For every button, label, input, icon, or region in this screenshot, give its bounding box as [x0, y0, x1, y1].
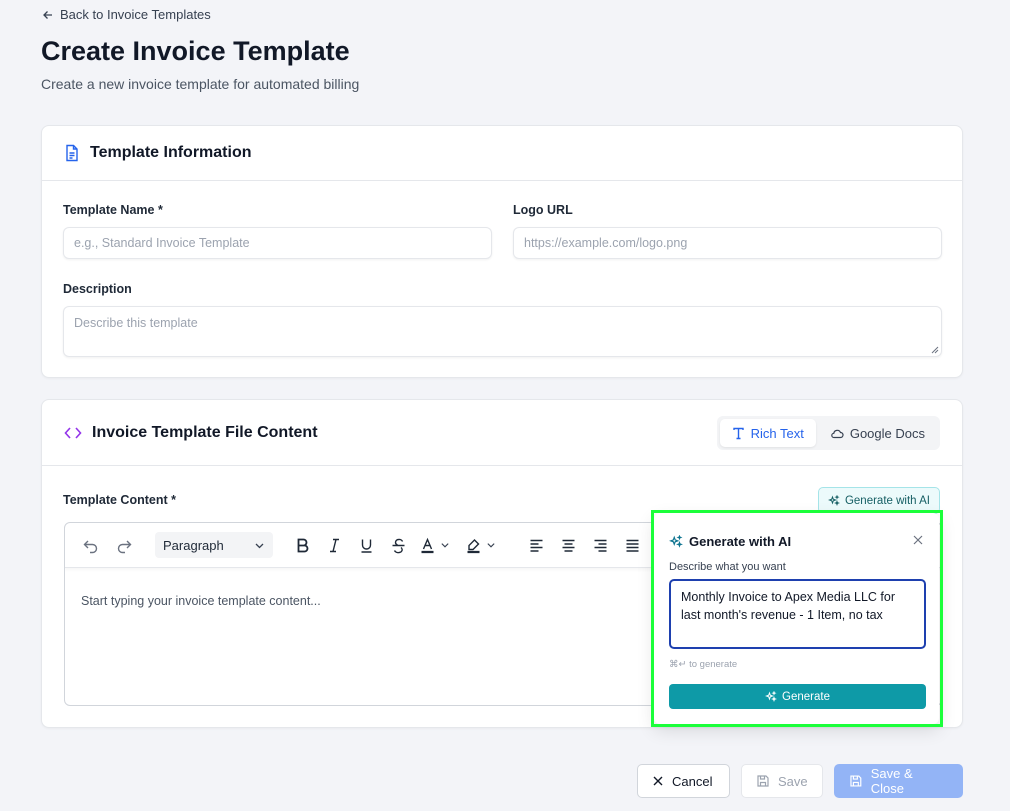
- save-button[interactable]: Save: [741, 764, 823, 798]
- logo-url-input[interactable]: https://example.com/logo.png: [513, 227, 942, 259]
- strikethrough-button[interactable]: [387, 534, 409, 556]
- generate-with-ai-popover: Generate with AI Describe what you want …: [654, 513, 939, 724]
- tab-label: Google Docs: [849, 425, 925, 441]
- chevron-down-icon: [441, 543, 449, 548]
- generate-with-ai-button[interactable]: Generate with AI: [817, 487, 940, 514]
- card-title: Invoice Template File Content: [92, 423, 318, 441]
- cancel-label: Cancel: [672, 773, 713, 789]
- sparkles-icon: [828, 494, 840, 506]
- text-type-icon: [732, 427, 744, 439]
- arrow-left-icon: [43, 10, 52, 19]
- sparkles-icon: [765, 690, 777, 702]
- italic-button[interactable]: [323, 534, 345, 556]
- block-type-value: Paragraph: [163, 537, 224, 553]
- underline-icon: [361, 539, 371, 553]
- save-and-close-label: Save & Close: [870, 766, 913, 796]
- popover-title: Generate with AI: [669, 534, 791, 549]
- strikethrough-icon: [392, 538, 404, 553]
- code-icon: [64, 426, 82, 439]
- text-color-button[interactable]: [419, 534, 459, 556]
- resize-handle-icon[interactable]: [931, 346, 939, 354]
- description-textarea[interactable]: Describe this template: [63, 306, 942, 357]
- underline-button[interactable]: [355, 534, 377, 556]
- align-right-icon: [594, 539, 606, 552]
- highlighter-icon: [467, 538, 480, 553]
- align-center-icon: [562, 539, 574, 552]
- tab-rich-text[interactable]: Rich Text: [719, 419, 816, 447]
- card-header: Template Information: [42, 126, 962, 181]
- chevron-down-icon: [255, 543, 264, 548]
- save-label: Save: [778, 773, 808, 789]
- back-link-label: Back to Invoice Templates: [60, 7, 211, 22]
- card-title: Template Information: [90, 144, 252, 161]
- align-justify-icon: [626, 539, 638, 552]
- template-content-label: Template Content *: [63, 493, 176, 507]
- description-label: Description: [63, 282, 132, 296]
- description-placeholder: Describe this template: [74, 316, 198, 330]
- align-justify-button[interactable]: [621, 534, 643, 556]
- highlight-color-button[interactable]: [465, 534, 505, 556]
- editor-placeholder[interactable]: Start typing your invoice template conte…: [81, 594, 321, 608]
- save-and-close-button[interactable]: Save & Close: [834, 764, 963, 798]
- template-information-card: Template Information Template Name * e.g…: [41, 125, 963, 378]
- prompt-textarea[interactable]: Monthly Invoice to Apex Media LLC for la…: [669, 579, 926, 649]
- cancel-button[interactable]: Cancel: [637, 764, 730, 798]
- sparkles-icon: [669, 534, 683, 548]
- template-name-input[interactable]: e.g., Standard Invoice Template: [63, 227, 492, 259]
- logo-url-label: Logo URL: [513, 203, 573, 217]
- redo-button[interactable]: [113, 534, 135, 556]
- close-icon[interactable]: [912, 534, 924, 546]
- block-type-select[interactable]: Paragraph: [155, 532, 273, 558]
- generate-button[interactable]: Generate: [669, 684, 926, 709]
- italic-icon: [329, 538, 339, 552]
- chevron-down-icon: [487, 543, 495, 548]
- generate-with-ai-label: Generate with AI: [844, 494, 930, 507]
- back-link[interactable]: Back to Invoice Templates: [42, 7, 211, 22]
- redo-icon: [117, 540, 131, 553]
- align-left-button[interactable]: [525, 534, 547, 556]
- prompt-label: Describe what you want: [669, 561, 786, 573]
- align-center-button[interactable]: [557, 534, 579, 556]
- close-icon: [653, 776, 663, 786]
- popover-title-label: Generate with AI: [689, 534, 792, 549]
- bold-icon: [297, 538, 308, 552]
- text-color-icon: [421, 537, 434, 553]
- page-title: Create Invoice Template: [41, 36, 350, 66]
- tab-google-docs[interactable]: Google Docs: [818, 419, 937, 447]
- align-left-icon: [530, 539, 542, 552]
- save-icon: [850, 775, 862, 787]
- undo-button[interactable]: [79, 534, 101, 556]
- save-icon: [757, 775, 769, 787]
- editor-mode-toggle: Rich Text Google Docs: [716, 416, 940, 450]
- align-right-button[interactable]: [589, 534, 611, 556]
- keyboard-hint: ⌘↵ to generate: [669, 659, 738, 670]
- undo-icon: [83, 540, 97, 553]
- cloud-icon: [831, 429, 844, 438]
- bold-button[interactable]: [291, 534, 313, 556]
- generate-button-label: Generate: [782, 690, 830, 703]
- page-subtitle: Create a new invoice template for automa…: [41, 76, 360, 92]
- template-name-label: Template Name *: [63, 203, 163, 217]
- document-icon: [66, 144, 78, 162]
- tab-label: Rich Text: [750, 425, 804, 441]
